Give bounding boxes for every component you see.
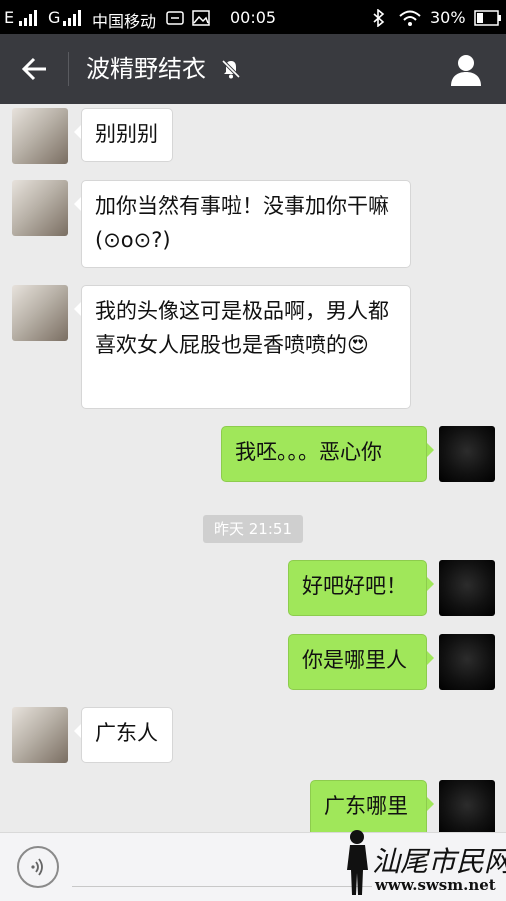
message-input[interactable] [72, 886, 372, 887]
clock: 00:05 [230, 8, 277, 27]
outgoing-message[interactable]: 好吧好吧！ [288, 560, 434, 616]
signal-type-e: E [4, 8, 15, 27]
my-avatar[interactable] [439, 426, 495, 482]
watermark-text: 汕尾市民网 [372, 845, 506, 878]
header-divider [68, 52, 69, 86]
signal-bars-2-icon [63, 10, 81, 26]
incoming-message[interactable]: 加你当然有事啦！没事加你干嘛(⊙o⊙?) [74, 180, 411, 268]
message-list[interactable]: 别别别 加你当然有事啦！没事加你干嘛(⊙o⊙?) 我的头像这可是极品啊，男人都喜… [0, 104, 506, 832]
incoming-message[interactable]: 别别别 [74, 108, 173, 162]
chat-title: 波精野结衣 [86, 55, 206, 83]
signal-bars-icon [19, 10, 37, 26]
contact-avatar[interactable] [12, 180, 68, 236]
battery-icon [474, 10, 501, 26]
incoming-message[interactable]: 我的头像这可是极品啊，男人都喜欢女人屁股也是香喷喷的😍 [74, 285, 411, 409]
outgoing-message[interactable]: 我呸。。。恶心你 [221, 426, 434, 482]
incoming-message[interactable]: 广东人 [74, 707, 173, 763]
battery-percent: 30% [430, 8, 466, 27]
voice-button[interactable] [17, 846, 59, 888]
timestamp: 昨天 21:51 [203, 515, 303, 543]
back-arrow-icon[interactable] [18, 52, 52, 86]
chat-header: 波精野结衣 [0, 34, 506, 104]
bluetooth-icon [373, 9, 385, 27]
image-icon [192, 10, 210, 26]
signal-type-g: G [48, 8, 61, 27]
my-avatar[interactable] [439, 560, 495, 616]
watermark-url: www.swsm.net [375, 876, 496, 894]
my-avatar[interactable] [439, 634, 495, 690]
outgoing-message[interactable]: 你是哪里人 [288, 634, 434, 690]
status-bar: E G 中国移动 00:05 30% [0, 0, 506, 34]
contact-avatar[interactable] [12, 707, 68, 763]
sim-icon [166, 11, 184, 25]
mute-icon [221, 59, 241, 79]
voice-icon [31, 858, 43, 876]
profile-icon[interactable] [448, 52, 484, 88]
contact-avatar[interactable] [12, 108, 68, 164]
contact-avatar[interactable] [12, 285, 68, 341]
carrier-name: 中国移动 [92, 12, 157, 31]
wifi-icon [399, 10, 421, 26]
